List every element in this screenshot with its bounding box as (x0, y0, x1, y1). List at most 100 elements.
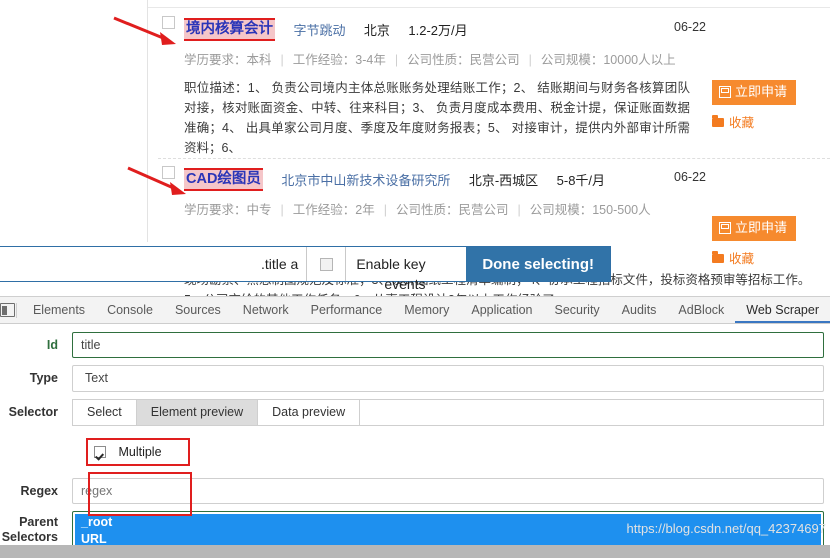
tab-memory[interactable]: Memory (393, 297, 460, 323)
parent-selectors-label: Parent Selectors (0, 511, 72, 545)
job-meta-education: 学历要求：中专 (184, 203, 272, 217)
tab-web-scraper[interactable]: Web Scraper (735, 297, 830, 323)
tab-adblock[interactable]: AdBlock (667, 297, 735, 323)
meta-separator: | (517, 203, 521, 217)
job-meta-experience: 工作经验：3-4年 (292, 53, 386, 67)
job-header: CAD绘图员 北京市中山新技术设备研究所 北京-西城区 5-8千/月 (184, 168, 830, 192)
job-company-link[interactable]: 字节跳动 (293, 20, 345, 39)
regex-input[interactable] (72, 478, 824, 504)
parent-selectors-label-line2: Selectors (1, 530, 58, 544)
folder-icon (712, 115, 724, 127)
tab-network[interactable]: Network (232, 297, 300, 323)
watermark: https://blog.csdn.net/qq_42374697 (626, 521, 827, 536)
type-select[interactable]: Text (72, 365, 824, 392)
job-post-date: 06-22 (674, 20, 706, 34)
selector-value-input[interactable] (359, 399, 824, 426)
apply-icon (719, 86, 731, 98)
multiple-checkbox-group[interactable]: Multiple (86, 438, 190, 466)
job-actions: 立即申请 收藏 (712, 80, 822, 131)
type-label: Type (29, 371, 58, 385)
job-list: 境内核算会计 字节跳动 北京 1.2-2万/月 06-22 学历要求：本科 | 工作… (148, 8, 830, 266)
job-meta-education: 学历要求：本科 (184, 53, 272, 67)
enable-key-events-label: Enable key (356, 256, 426, 272)
multiple-checkbox[interactable] (94, 446, 106, 458)
page-left-rail (0, 0, 148, 242)
job-title-link[interactable]: 境内核算会计 (184, 18, 275, 41)
job-salary: 1.2-2万/月 (408, 23, 468, 38)
web-scraper-form: Id title Type Text Selector Select Eleme… (0, 324, 830, 558)
devtools-tabbar: Elements Console Sources Network Perform… (0, 297, 830, 324)
enable-key-events-checkbox-wrap[interactable] (306, 247, 347, 281)
form-row-id: Id title (0, 332, 830, 358)
job-post-date: 06-22 (674, 170, 706, 184)
meta-separator: | (394, 53, 399, 67)
enable-key-events-checkbox[interactable] (319, 257, 333, 271)
enable-key-events-label-line2: events (384, 276, 426, 292)
form-row-regex: Regex (0, 478, 830, 504)
devtools-bottom-bar (0, 545, 830, 558)
enable-key-events-label-wrap: Enable key events (346, 247, 466, 292)
screenshot-root: 境内核算会计 字节跳动 北京 1.2-2万/月 06-22 学历要求：本科 | 工作… (0, 0, 830, 558)
job-select-checkbox[interactable] (162, 16, 175, 29)
regex-label: Regex (20, 483, 58, 498)
tab-application[interactable]: Application (460, 297, 543, 323)
apply-now-button[interactable]: 立即申请 (712, 80, 797, 105)
form-row-multiple: Multiple (0, 438, 830, 466)
folder-icon (712, 251, 724, 263)
apply-icon (719, 222, 731, 234)
tab-elements[interactable]: Elements (22, 297, 96, 323)
job-meta-company-type: 公司性质：民营公司 (395, 203, 509, 217)
tab-performance[interactable]: Performance (300, 297, 394, 323)
job-actions: 立即申请 收藏 (712, 216, 822, 267)
apply-now-label: 立即申请 (735, 84, 788, 99)
form-row-selector: Selector Select Element preview Data pre… (0, 399, 830, 426)
selector-label: Selector (8, 405, 58, 419)
job-meta-row: 学历要求：本科 | 工作经验：3-4年 | 公司性质：民营公司 | 公司规模：10000人以… (184, 51, 830, 69)
job-list-item: CAD绘图员 北京市中山新技术设备研究所 北京-西城区 5-8千/月 06-22… (148, 158, 830, 266)
job-select-checkbox[interactable] (162, 166, 175, 179)
meta-separator: | (280, 53, 284, 67)
done-selecting-button[interactable]: Done selecting! (466, 247, 610, 281)
job-divider (158, 158, 830, 159)
favorite-button[interactable]: 收藏 (712, 112, 822, 131)
job-meta-company-type: 公司性质：民营公司 (407, 53, 520, 67)
job-title-link[interactable]: CAD绘图员 (184, 168, 263, 191)
meta-separator: | (280, 203, 284, 217)
tab-console[interactable]: Console (96, 297, 164, 323)
tab-sources[interactable]: Sources (164, 297, 232, 323)
id-input[interactable]: title (72, 332, 824, 358)
data-preview-button[interactable]: Data preview (257, 399, 360, 426)
apply-now-button[interactable]: 立即申请 (712, 216, 797, 241)
job-description: 职位描述：1、 负责公司境内主体总账账务处理结账工作；2、 结账期间与财务各核算… (184, 81, 690, 155)
selector-button-group: Select Element preview Data preview (72, 399, 824, 426)
job-meta-experience: 工作经验：2年 (292, 203, 375, 217)
id-label: Id (46, 337, 58, 352)
css-selector-input[interactable]: .title a (0, 247, 306, 281)
dock-side-button[interactable] (0, 303, 16, 317)
multiple-label: Multiple (118, 445, 162, 459)
job-salary: 5-8千/月 (556, 173, 606, 188)
job-header: 境内核算会计 字节跳动 北京 1.2-2万/月 (184, 18, 830, 42)
apply-now-label: 立即申请 (735, 220, 788, 235)
job-company-link[interactable]: 北京市中山新技术设备研究所 (281, 170, 450, 189)
tab-audits[interactable]: Audits (611, 297, 668, 323)
job-board-page: 境内核算会计 字节跳动 北京 1.2-2万/月 06-22 学历要求：本科 | 工作… (0, 0, 830, 296)
form-row-type: Type Text (0, 365, 830, 392)
select-button[interactable]: Select (72, 399, 136, 426)
favorite-label: 收藏 (729, 116, 755, 130)
devtools-panel: Elements Console Sources Network Perform… (0, 296, 830, 558)
job-meta-company-size: 公司规模：10000人以上 (540, 53, 676, 67)
job-list-item: 境内核算会计 字节跳动 北京 1.2-2万/月 06-22 学历要求：本科 | 工作… (148, 8, 830, 158)
job-location: 北京 (363, 23, 390, 38)
web-scraper-selector-toolbar: .title a Enable key events Done selectin… (0, 246, 611, 292)
favorite-button[interactable]: 收藏 (712, 248, 822, 267)
job-location: 北京-西城区 (468, 173, 539, 188)
favorite-label: 收藏 (729, 252, 755, 266)
dock-side-icon (0, 303, 16, 317)
meta-separator: | (528, 53, 532, 67)
job-meta-company-size: 公司规模：150-500人 (529, 203, 651, 217)
meta-separator: | (383, 203, 387, 217)
element-preview-button[interactable]: Element preview (135, 399, 258, 426)
parent-selectors-label-line1: Parent (19, 515, 58, 529)
tab-security[interactable]: Security (544, 297, 611, 323)
